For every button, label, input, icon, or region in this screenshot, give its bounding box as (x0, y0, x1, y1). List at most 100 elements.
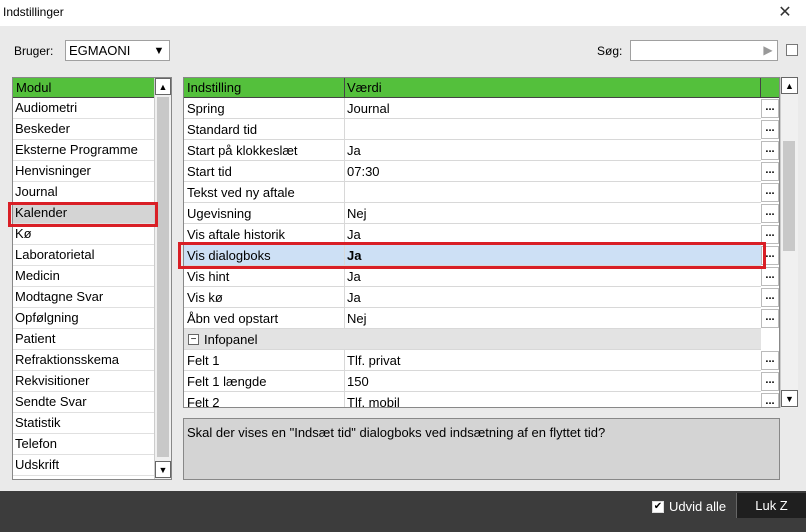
setting-row[interactable]: Felt 2 Tlf. mobil... (184, 392, 779, 408)
ellipsis-button[interactable]: ... (761, 309, 779, 328)
scroll-down-icon[interactable]: ▼ (155, 461, 171, 478)
setting-value[interactable]: 07:30 (347, 164, 380, 179)
setting-value[interactable]: Nej (347, 206, 367, 221)
module-item[interactable]: Beskeder (13, 119, 154, 140)
module-item[interactable]: Audiometri (13, 98, 154, 119)
setting-name: Infopanel (204, 332, 258, 347)
ellipsis-button[interactable]: ... (761, 288, 779, 307)
module-item[interactable]: Sendte Svar (13, 392, 154, 413)
ellipsis-button[interactable]: ... (761, 372, 779, 391)
user-dropdown[interactable]: EGMAONI ▼ (65, 40, 170, 61)
settings-grid: Indstilling Værdi Spring Journal... Standa… (183, 77, 780, 408)
module-list-scrollbar[interactable]: ▲ ▼ (154, 78, 171, 479)
setting-name: Spring (187, 101, 225, 116)
setting-name: Åbn ved opstart (187, 311, 279, 326)
search-checkbox[interactable] (786, 44, 798, 56)
setting-name: Tekst ved ny aftale (187, 185, 295, 200)
setting-row[interactable]: Tekst ved ny aftale... (184, 182, 779, 203)
module-item[interactable]: Journal (13, 182, 154, 203)
module-item[interactable]: Telefon (13, 434, 154, 455)
scroll-thumb[interactable] (157, 97, 169, 457)
setting-name: Felt 1 længde (187, 374, 267, 389)
module-item[interactable]: Eksterne Programme (13, 140, 154, 161)
setting-value[interactable]: Ja (347, 269, 361, 284)
setting-name: Start på klokkeslæt (187, 143, 298, 158)
setting-value[interactable]: Journal (347, 101, 390, 116)
module-list: Modul Audiometri Beskeder Eksterne Program… (12, 77, 172, 480)
search-label: Søg: (597, 44, 623, 58)
play-icon[interactable]: ▶ (761, 43, 775, 58)
setting-name: Start tid (187, 164, 232, 179)
scroll-thumb[interactable] (783, 141, 795, 251)
expand-all-toggle[interactable]: ✔ Udvid alle (652, 499, 726, 514)
module-item[interactable]: Henvisninger (13, 161, 154, 182)
setting-row[interactable]: Felt 1 Tlf. privat... (184, 350, 779, 371)
close-button[interactable]: Luk Z (736, 493, 806, 518)
module-item[interactable]: Udskrift (13, 455, 154, 476)
ellipsis-button[interactable]: ... (761, 351, 779, 370)
group-row[interactable]: − Infopanel (184, 329, 761, 350)
module-item[interactable]: Rekvisitioner (13, 371, 154, 392)
setting-value[interactable]: Tlf. privat (347, 353, 400, 368)
setting-row[interactable]: Start tid 07:30... (184, 161, 779, 182)
setting-row[interactable]: Vis dialogboks Ja... (184, 245, 779, 266)
scroll-down-icon[interactable]: ▼ (781, 390, 798, 407)
setting-name: Felt 2 (187, 395, 220, 408)
search-input[interactable]: ▶ (630, 40, 778, 61)
setting-row[interactable]: Vis aftale historik Ja... (184, 224, 779, 245)
setting-row[interactable]: Start på klokkeslæt Ja... (184, 140, 779, 161)
setting-value[interactable]: Nej (347, 311, 367, 326)
setting-row[interactable]: Spring Journal... (184, 98, 779, 119)
scroll-up-icon[interactable]: ▲ (155, 78, 171, 95)
ellipsis-button[interactable]: ... (761, 393, 779, 407)
chevron-down-icon[interactable]: ▼ (150, 42, 168, 59)
module-item[interactable]: Statistik (13, 413, 154, 434)
column-header-setting[interactable]: Indstilling (187, 80, 241, 95)
setting-name: Vis aftale historik (187, 227, 286, 242)
setting-value[interactable]: 150 (347, 374, 369, 389)
expand-all-label: Udvid alle (669, 499, 727, 514)
module-list-header[interactable]: Modul (13, 78, 154, 98)
setting-name: Vis hint (187, 269, 230, 284)
module-item[interactable]: Kalender (13, 203, 154, 224)
setting-value[interactable]: Ja (347, 143, 361, 158)
collapse-icon[interactable]: − (188, 334, 199, 345)
ellipsis-button[interactable]: ... (761, 225, 779, 244)
setting-row[interactable]: Felt 1 længde 150... (184, 371, 779, 392)
title-bar: Indstillinger ✕ (0, 0, 806, 26)
module-item[interactable]: Refraktionsskema (13, 350, 154, 371)
ellipsis-button[interactable]: ... (761, 183, 779, 202)
setting-value[interactable]: Tlf. mobil (347, 395, 400, 407)
setting-name: Standard tid (187, 122, 258, 137)
setting-value[interactable]: Ja (347, 290, 361, 305)
scroll-up-icon[interactable]: ▲ (781, 77, 798, 94)
setting-row[interactable]: Åbn ved opstart Nej... (184, 308, 779, 329)
module-item[interactable]: Patient (13, 329, 154, 350)
setting-row[interactable]: Vis hint Ja... (184, 266, 779, 287)
setting-row[interactable]: Standard tid... (184, 119, 779, 140)
module-item[interactable]: Kø (13, 224, 154, 245)
module-item[interactable]: Opfølgning (13, 308, 154, 329)
ellipsis-button[interactable]: ... (761, 141, 779, 160)
module-item[interactable]: Laboratorietal (13, 245, 154, 266)
user-value: EGMAONI (69, 43, 131, 58)
module-item[interactable]: Modtagne Svar (13, 287, 154, 308)
setting-name: Vis kø (187, 290, 223, 305)
ellipsis-button[interactable]: ... (761, 120, 779, 139)
footer-bar: ✔ Udvid alle Luk Z (0, 491, 806, 532)
ellipsis-button[interactable]: ... (761, 267, 779, 286)
ellipsis-button[interactable]: ... (761, 162, 779, 181)
setting-row[interactable]: Ugevisning Nej... (184, 203, 779, 224)
ellipsis-button[interactable]: ... (761, 204, 779, 223)
checkbox-checked-icon[interactable]: ✔ (652, 500, 664, 513)
ellipsis-button[interactable]: ... (761, 99, 779, 118)
module-item[interactable]: Medicin (13, 266, 154, 287)
setting-value[interactable]: Ja (347, 227, 361, 242)
ellipsis-button[interactable]: ... (761, 246, 779, 265)
setting-value[interactable]: Ja (347, 248, 361, 263)
column-header-value[interactable]: Værdi (347, 80, 382, 95)
setting-row[interactable]: Vis kø Ja... (184, 287, 779, 308)
setting-name: Ugevisning (187, 206, 252, 221)
close-icon[interactable]: ✕ (776, 2, 794, 22)
settings-scrollbar[interactable]: ▲ ▼ (780, 77, 798, 408)
